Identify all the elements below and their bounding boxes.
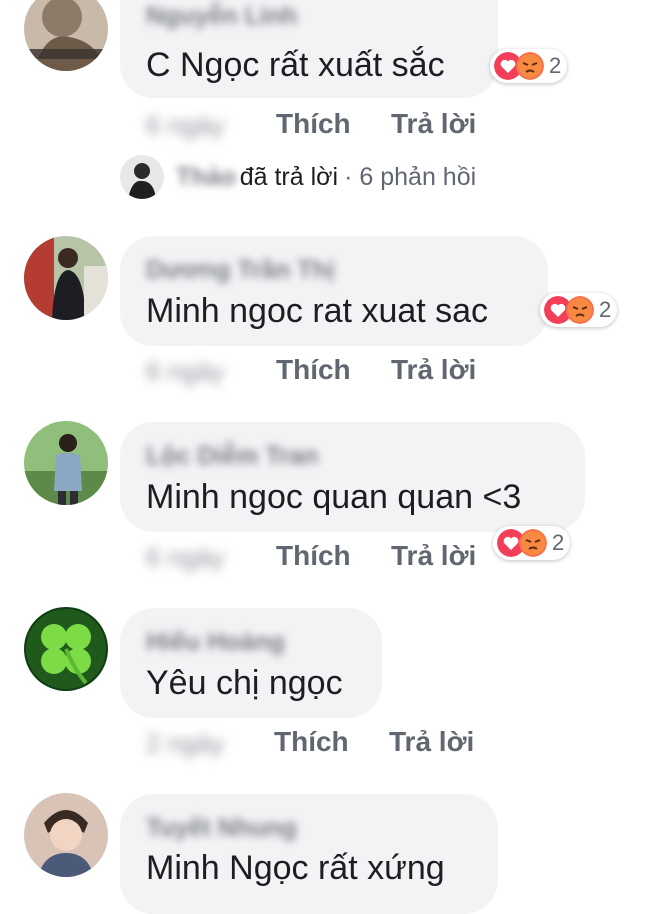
reply-button[interactable]: Trả lời: [391, 354, 476, 386]
like-button[interactable]: Thích: [276, 354, 351, 386]
comment-text: Yêu chị ngọc: [146, 664, 343, 702]
commenter-avatar[interactable]: [24, 421, 108, 505]
reaction-summary[interactable]: 2: [490, 49, 568, 83]
like-button[interactable]: Thích: [274, 726, 349, 758]
reaction-summary[interactable]: 2: [493, 526, 571, 560]
reaction-count: 2: [552, 530, 565, 555]
commenter-avatar[interactable]: [24, 793, 108, 877]
commenter-avatar[interactable]: [24, 0, 108, 71]
commenter-name[interactable]: Nguyễn Linh: [146, 2, 297, 31]
reply-button[interactable]: Trả lời: [389, 726, 474, 758]
comment-text: Minh ngoc rat xuat sac: [146, 292, 489, 330]
comment-time[interactable]: 2 ngày: [146, 728, 224, 759]
reply-avatar: [120, 155, 164, 199]
reaction-count: 2: [599, 297, 612, 322]
commenter-name[interactable]: Tuyết Nhung: [146, 814, 297, 843]
like-button[interactable]: Thích: [276, 108, 351, 140]
comment-text: C Ngọc rất xuất sắc: [146, 46, 445, 84]
reply-button[interactable]: Trả lời: [391, 108, 476, 140]
reply-author: Thảo: [176, 162, 236, 191]
angry-icon: [516, 52, 544, 80]
comment-time[interactable]: 6 ngày: [146, 356, 224, 387]
comment-time[interactable]: 6 ngày: [146, 542, 224, 573]
reply-verb: đã trả lời: [239, 162, 339, 191]
reaction-count: 2: [549, 53, 562, 78]
commenter-name[interactable]: Lộc Diễm Tran: [146, 442, 318, 471]
commenter-name[interactable]: Dương Trần Thị: [146, 256, 335, 285]
comment-text: Minh Ngọc rất xứng: [146, 849, 445, 887]
replies-summary[interactable]: Thảo đã trả lời · 6 phản hồi: [120, 155, 476, 199]
commenter-name[interactable]: Hiếu Hoàng: [146, 628, 285, 657]
comment-time[interactable]: 6 ngày: [146, 110, 224, 141]
like-button[interactable]: Thích: [276, 540, 351, 572]
reply-button[interactable]: Trả lời: [391, 540, 476, 572]
angry-icon: [566, 296, 594, 324]
reaction-summary[interactable]: 2: [540, 293, 618, 327]
commenter-avatar[interactable]: [24, 607, 108, 691]
commenter-avatar[interactable]: [24, 236, 108, 320]
angry-icon: [519, 529, 547, 557]
reply-count: · 6 phản hồi: [344, 162, 477, 191]
comment-text: Minh ngoc quan quan <3: [146, 478, 522, 516]
